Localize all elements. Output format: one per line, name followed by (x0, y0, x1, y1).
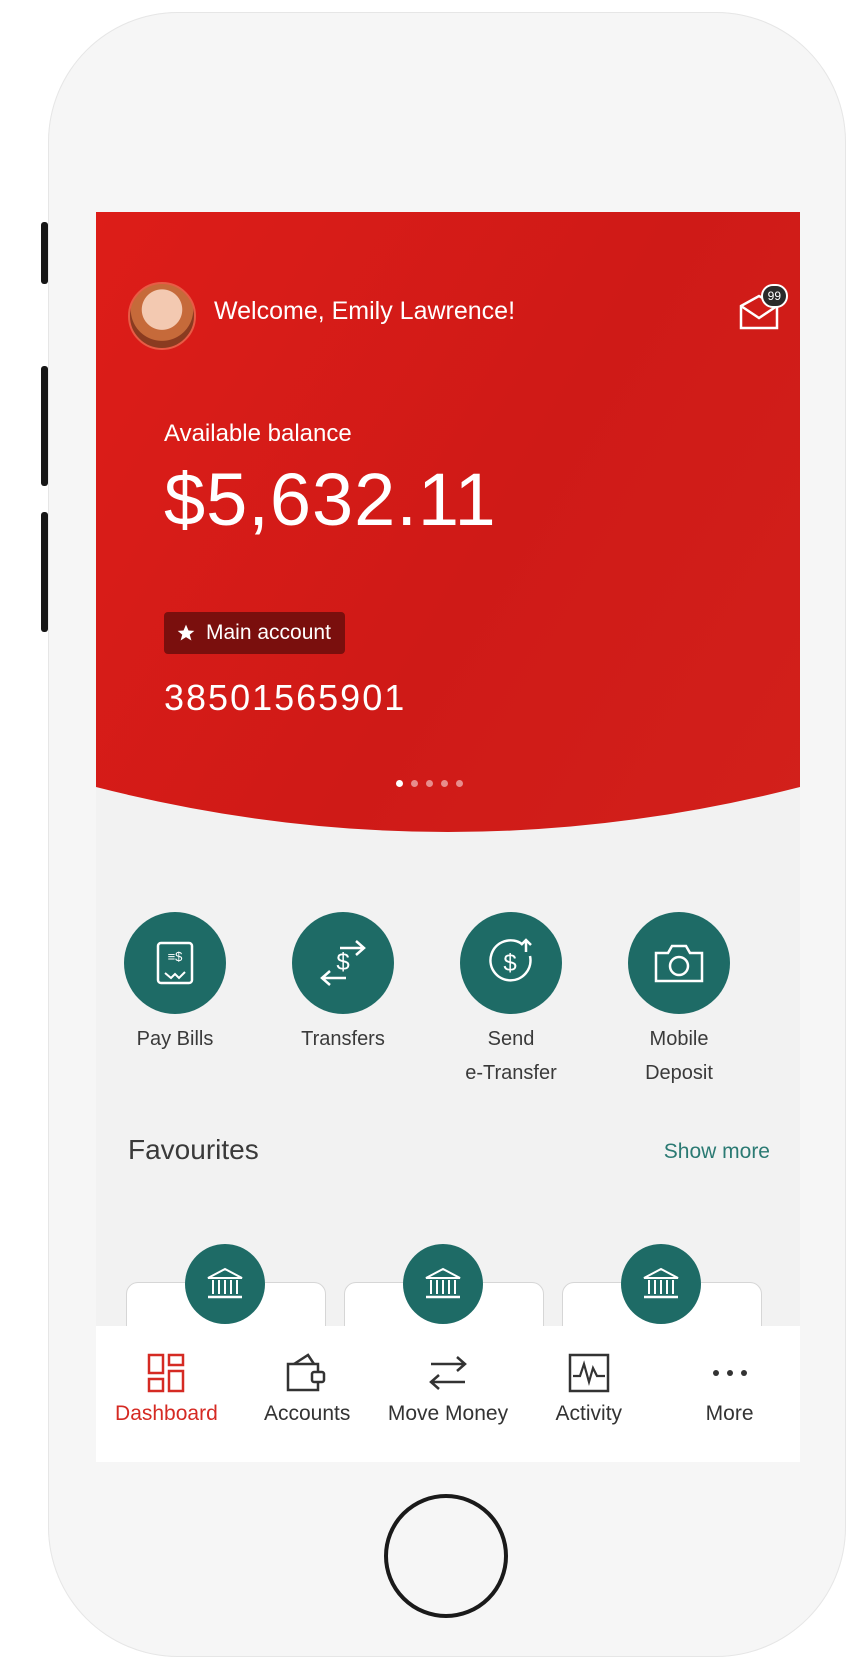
send-etransfer-label: Send (487, 1028, 535, 1050)
wallet-icon (286, 1353, 326, 1392)
transfers-button[interactable]: $ Transfers (268, 912, 418, 1056)
tab-more-icon-wrap (659, 1348, 800, 1398)
dashboard-icon (148, 1353, 185, 1393)
activity-chart-icon (568, 1353, 610, 1393)
pay-bills-circle: ≡$ (124, 912, 226, 1014)
send-money-icon: $ (489, 938, 532, 982)
tab-accounts[interactable]: Accounts (237, 1326, 378, 1462)
tab-move-money-icon-wrap (378, 1348, 519, 1398)
tab-activity[interactable]: Activity (518, 1326, 659, 1462)
mobile-deposit-label-2: Deposit (645, 1062, 713, 1084)
send-etransfer-button[interactable]: $ Send e-Transfer (436, 912, 586, 1090)
svg-text:$: $ (503, 950, 516, 977)
mobile-deposit-circle (628, 912, 730, 1014)
mobile-deposit-button[interactable]: Mobile Deposit (604, 912, 754, 1090)
phone-side-button (41, 512, 48, 632)
swap-arrows-icon (429, 1356, 467, 1390)
phone-side-button (41, 366, 48, 486)
tab-dashboard-icon-wrap (96, 1348, 237, 1398)
tab-accounts-icon-wrap (237, 1348, 378, 1398)
tab-move-money[interactable]: Move Money (378, 1326, 519, 1462)
transfer-icon: $ (320, 940, 366, 986)
favourite-bank-badge (403, 1244, 483, 1324)
tab-activity-icon-wrap (518, 1348, 659, 1398)
welcome-text: Welcome, Emily Lawrence! (214, 297, 516, 325)
tab-accounts-label: Accounts (264, 1402, 351, 1425)
carousel-dot[interactable] (426, 780, 433, 787)
tab-move-money-label: Move Money (387, 1402, 509, 1425)
tab-more[interactable]: More (659, 1326, 800, 1462)
bank-icon (425, 1267, 461, 1299)
svg-text:$: $ (336, 949, 349, 976)
star-icon (177, 624, 195, 641)
carousel-dot[interactable] (456, 780, 463, 787)
tab-activity-label: Activity (555, 1402, 623, 1425)
carousel-dot[interactable] (396, 780, 403, 787)
pay-bills-label: Pay Bills (136, 1028, 214, 1050)
mobile-deposit-label: Mobile (649, 1028, 709, 1050)
bank-icon (207, 1267, 243, 1299)
bill-icon: ≡$ (156, 941, 194, 985)
transfers-label: Transfers (301, 1028, 385, 1050)
tab-dashboard-label: Dashboard (115, 1402, 218, 1425)
svg-text:≡$: ≡$ (168, 949, 184, 964)
pay-bills-button[interactable]: ≡$ Pay Bills (100, 912, 250, 1056)
camera-icon (654, 944, 704, 983)
phone-side-button (41, 222, 48, 284)
app-screen: Welcome, Emily Lawrence! 99 Available ba… (96, 212, 800, 1462)
tab-more-label: More (705, 1402, 754, 1425)
tab-dashboard[interactable]: Dashboard (96, 1326, 237, 1462)
carousel-indicator[interactable] (396, 780, 463, 787)
inbox-button[interactable]: 99 (738, 284, 788, 332)
more-dots-icon (712, 1370, 747, 1376)
carousel-dot[interactable] (441, 780, 448, 787)
bank-icon (643, 1267, 679, 1299)
favourites-title: Favourites (128, 1134, 259, 1165)
mail-count-badge: 99 (760, 284, 788, 308)
avatar[interactable] (128, 282, 196, 350)
favourite-bank-badge (185, 1244, 265, 1324)
show-more-link[interactable]: Show more (664, 1140, 770, 1164)
balance-amount: $5,632.11 (164, 458, 497, 541)
main-account-tag: Main account (164, 612, 345, 654)
home-button[interactable] (384, 1494, 508, 1618)
carousel-dot[interactable] (411, 780, 418, 787)
account-tag-label: Main account (206, 621, 331, 644)
bottom-tab-bar: Dashboard Accounts Move Money Activity M… (96, 1326, 800, 1462)
balance-label: Available balance (164, 420, 352, 447)
account-number: 38501565901 (164, 677, 407, 718)
transfers-circle: $ (292, 912, 394, 1014)
send-etransfer-circle: $ (460, 912, 562, 1014)
favourite-bank-badge (621, 1244, 701, 1324)
send-etransfer-label-2: e-Transfer (465, 1062, 557, 1084)
